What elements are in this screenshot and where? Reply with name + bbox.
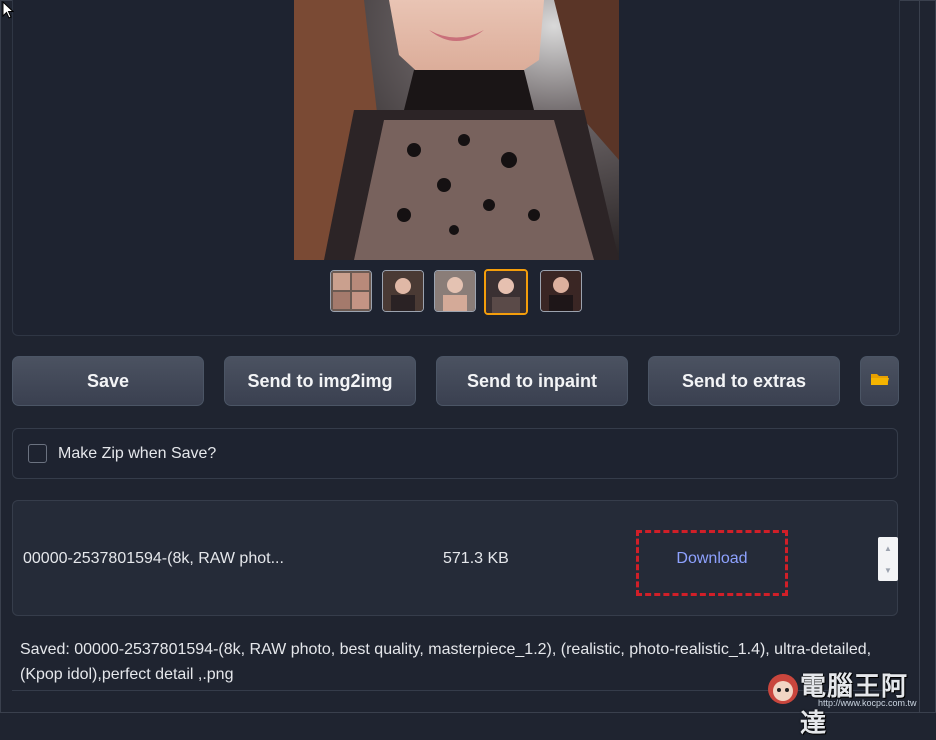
generated-image-preview[interactable] xyxy=(294,0,619,260)
download-file-panel: 00000-2537801594-(8k, RAW phot... 571.3 … xyxy=(12,500,898,616)
gallery-thumbnail[interactable] xyxy=(540,270,582,312)
image-gallery xyxy=(12,0,900,336)
send-to-inpaint-label: Send to inpaint xyxy=(467,370,597,391)
scroll-down-arrow-icon[interactable]: ▼ xyxy=(878,560,898,580)
gallery-thumbnail[interactable] xyxy=(330,270,372,312)
file-name: 00000-2537801594-(8k, RAW phot... xyxy=(23,550,284,567)
file-list-scrollbar[interactable]: ▲ ▼ xyxy=(878,537,898,581)
folder-icon xyxy=(870,371,890,392)
save-button[interactable]: Save xyxy=(12,356,204,406)
gallery-thumbnail[interactable] xyxy=(382,270,424,312)
make-zip-option: Make Zip when Save? xyxy=(12,428,898,479)
download-highlight-box: Download xyxy=(636,530,788,596)
send-to-img2img-label: Send to img2img xyxy=(247,370,393,391)
send-to-extras-button[interactable]: Send to extras xyxy=(648,356,840,406)
open-folder-button[interactable] xyxy=(860,356,899,406)
send-to-img2img-button[interactable]: Send to img2img xyxy=(224,356,416,406)
download-link[interactable]: Download xyxy=(639,550,785,568)
save-button-label: Save xyxy=(86,370,130,391)
mascot-icon xyxy=(768,674,798,704)
file-size: 571.3 KB xyxy=(443,550,509,567)
gallery-thumbnail[interactable] xyxy=(434,270,476,312)
send-to-extras-label: Send to extras xyxy=(681,370,807,391)
mouse-cursor-icon xyxy=(2,1,14,19)
make-zip-checkbox[interactable] xyxy=(28,444,47,463)
gallery-thumbnail-selected[interactable] xyxy=(484,269,528,315)
send-to-inpaint-button[interactable]: Send to inpaint xyxy=(436,356,628,406)
watermark-logo: 電腦王阿達 http://www.kocpc.com.tw xyxy=(766,662,934,738)
watermark-url: http://www.kocpc.com.tw xyxy=(818,698,917,708)
panel-divider xyxy=(919,0,920,713)
make-zip-label[interactable]: Make Zip when Save? xyxy=(58,445,216,463)
scroll-up-arrow-icon[interactable]: ▲ xyxy=(878,538,898,558)
